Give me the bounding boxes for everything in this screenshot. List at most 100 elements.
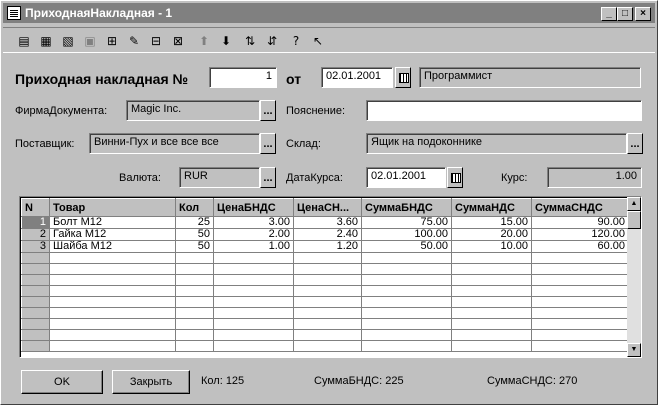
sort-asc-icon[interactable]: ⇅ xyxy=(241,32,259,50)
table-cell[interactable] xyxy=(175,252,214,264)
table-cell[interactable] xyxy=(293,274,362,286)
table-cell[interactable] xyxy=(213,285,294,297)
table-row[interactable] xyxy=(21,285,629,297)
document-number-field[interactable]: 1 xyxy=(209,67,277,88)
table-cell[interactable]: 1.00 xyxy=(213,240,294,253)
table-row[interactable] xyxy=(21,307,629,319)
table-cell[interactable] xyxy=(175,307,214,319)
table-row[interactable] xyxy=(21,329,629,341)
table-row[interactable]: 3 Шайба М12 50 1.00 1.20 50.00 10.00 60.00 xyxy=(21,240,629,253)
properties-icon[interactable]: ⊠ xyxy=(169,32,187,50)
column-header[interactable]: Товар xyxy=(49,198,176,217)
table-cell[interactable] xyxy=(293,307,362,319)
table-cell[interactable] xyxy=(361,296,452,308)
delete-row-icon[interactable]: ▧ xyxy=(59,32,77,50)
table-cell[interactable] xyxy=(175,285,214,297)
table-cell[interactable]: 3.60 xyxy=(293,216,362,229)
firm-select-button[interactable]: ... xyxy=(260,100,276,121)
table-cell[interactable] xyxy=(213,274,294,286)
table-cell[interactable] xyxy=(49,329,176,341)
edit-icon[interactable]: ✎ xyxy=(125,32,143,50)
table-cell[interactable] xyxy=(451,274,532,286)
sort-desc-icon[interactable]: ⇵ xyxy=(263,32,281,50)
table-cell[interactable] xyxy=(361,307,452,319)
help-icon[interactable]: ? xyxy=(287,32,305,50)
table-cell[interactable] xyxy=(451,329,532,341)
column-header[interactable]: ЦенаБНДС xyxy=(213,198,294,217)
table-cell[interactable] xyxy=(175,329,214,341)
table-cell[interactable] xyxy=(451,318,532,330)
column-header[interactable]: СуммаБНДС xyxy=(361,198,452,217)
firm-field[interactable]: Magic Inc. xyxy=(126,100,260,121)
calendar-icon[interactable] xyxy=(395,67,411,88)
table-cell[interactable]: 2.40 xyxy=(293,228,362,241)
warehouse-field[interactable]: Ящик на подоконнике xyxy=(366,133,627,154)
minimize-button[interactable]: _ xyxy=(601,7,617,21)
column-header[interactable]: ЦенаСН... xyxy=(293,198,362,217)
move-down-icon[interactable]: ⬇ xyxy=(217,32,235,50)
table-cell[interactable]: 50.00 xyxy=(361,240,452,253)
note-field[interactable] xyxy=(366,100,642,121)
maximize-button[interactable]: □ xyxy=(617,7,633,21)
table-cell[interactable] xyxy=(293,329,362,341)
table-cell[interactable] xyxy=(293,263,362,275)
table-cell[interactable] xyxy=(531,274,629,286)
row-number[interactable] xyxy=(21,274,50,286)
table-cell[interactable] xyxy=(531,318,629,330)
table-cell[interactable] xyxy=(175,318,214,330)
table-cell[interactable] xyxy=(293,252,362,264)
document-date-field[interactable]: 02.01.2001 xyxy=(321,67,393,88)
table-cell[interactable]: 10.00 xyxy=(451,240,532,253)
open-icon[interactable]: ⊟ xyxy=(147,32,165,50)
table-cell[interactable] xyxy=(213,318,294,330)
table-cell[interactable] xyxy=(49,274,176,286)
table-cell[interactable] xyxy=(175,274,214,286)
table-cell[interactable] xyxy=(175,340,214,352)
table-row[interactable] xyxy=(21,252,629,264)
table-cell[interactable] xyxy=(361,263,452,275)
table-cell[interactable] xyxy=(361,318,452,330)
currency-field[interactable]: RUR xyxy=(179,167,260,188)
table-cell[interactable]: Шайба М12 xyxy=(49,240,176,253)
column-header[interactable]: N xyxy=(21,198,50,217)
table-cell[interactable]: 20.00 xyxy=(451,228,532,241)
table-cell[interactable] xyxy=(293,340,362,352)
row-number[interactable] xyxy=(21,252,50,264)
close-button[interactable]: Закрыть xyxy=(112,370,190,394)
table-cell[interactable] xyxy=(361,285,452,297)
table-cell[interactable] xyxy=(531,296,629,308)
row-number[interactable] xyxy=(21,263,50,275)
table-cell[interactable] xyxy=(361,274,452,286)
insert-row-icon[interactable]: ▦ xyxy=(37,32,55,50)
table-cell[interactable] xyxy=(361,340,452,352)
table-cell[interactable]: 3.00 xyxy=(213,216,294,229)
table-cell[interactable] xyxy=(451,340,532,352)
scroll-up-icon[interactable]: ▲ xyxy=(627,197,641,211)
table-cell[interactable] xyxy=(531,285,629,297)
table-cell[interactable] xyxy=(49,252,176,264)
table-cell[interactable] xyxy=(451,296,532,308)
table-cell[interactable] xyxy=(49,318,176,330)
column-header[interactable]: СуммаСНДС xyxy=(531,198,629,217)
table-cell[interactable] xyxy=(531,307,629,319)
new-row-icon[interactable]: ▤ xyxy=(15,32,33,50)
table-cell[interactable] xyxy=(531,329,629,341)
table-cell[interactable] xyxy=(531,252,629,264)
table-cell[interactable] xyxy=(531,340,629,352)
row-number[interactable] xyxy=(21,285,50,297)
title-bar[interactable]: ПриходнаяНакладная - 1 _ □ × xyxy=(3,3,655,23)
table-cell[interactable]: 15.00 xyxy=(451,216,532,229)
table-cell[interactable] xyxy=(293,318,362,330)
table-cell[interactable] xyxy=(361,329,452,341)
table-cell[interactable] xyxy=(213,296,294,308)
context-help-icon[interactable]: ↖ xyxy=(309,32,327,50)
supplier-select-button[interactable]: ... xyxy=(260,133,276,154)
column-header[interactable]: Кол xyxy=(175,198,214,217)
currency-select-button[interactable]: ... xyxy=(260,167,276,188)
rate-date-field[interactable]: 02.01.2001 xyxy=(366,167,446,188)
table-cell[interactable] xyxy=(49,340,176,352)
row-number[interactable] xyxy=(21,340,50,352)
table-row[interactable] xyxy=(21,318,629,330)
table-cell[interactable] xyxy=(49,307,176,319)
table-cell[interactable] xyxy=(49,296,176,308)
